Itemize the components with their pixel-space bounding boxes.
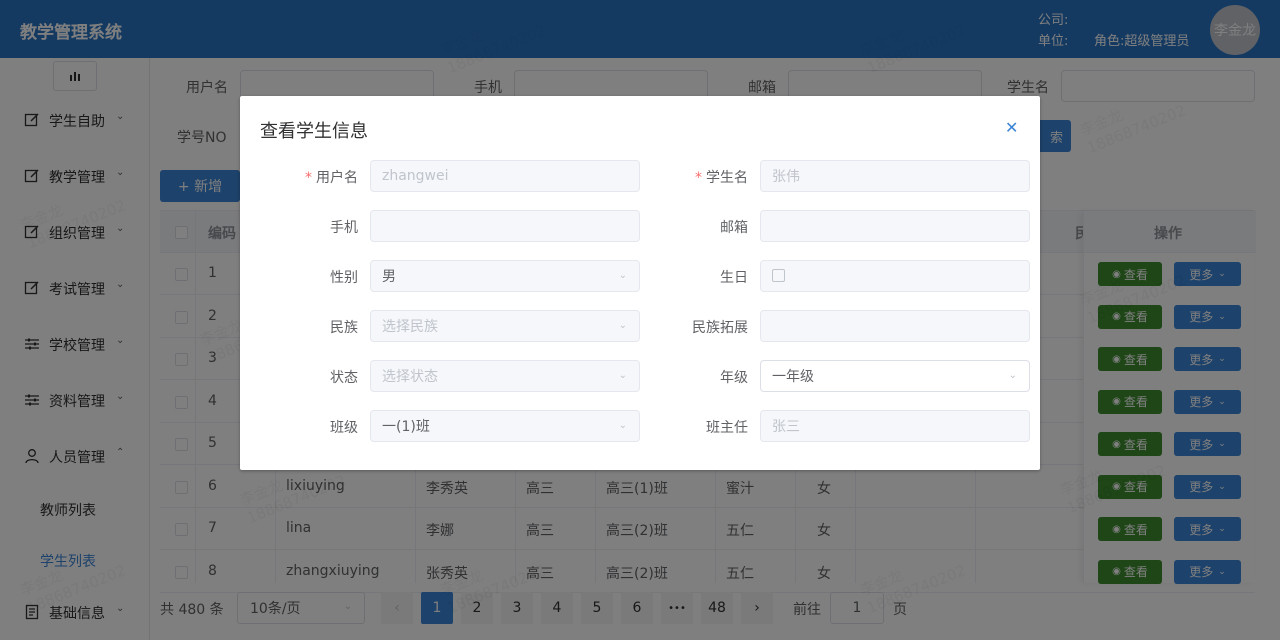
ethnicity-field-label: 民族 (330, 320, 358, 336)
head-teacher-field[interactable]: 张三 (760, 410, 1030, 442)
chevron-down-icon: ⌄ (1008, 370, 1017, 381)
gender-field-label: 性别 (330, 270, 358, 286)
email-field[interactable] (760, 210, 1030, 242)
dialog-title: 查看学生信息 (260, 121, 368, 142)
student-name-field-label: * 学生名 (695, 170, 748, 186)
birthday-picker[interactable] (760, 260, 1030, 292)
ethnicity-placeholder: 选择民族 (382, 319, 438, 335)
phone-field[interactable] (370, 210, 640, 242)
gender-value: 男 (382, 269, 396, 285)
view-student-dialog: 查看学生信息 ✕ * 用户名 zhangwei * 学生名 张伟 手机 邮箱 性别 … (240, 96, 1040, 470)
chevron-down-icon: ⌄ (618, 420, 627, 431)
ethnicity-select[interactable]: 选择民族 ⌄ (370, 310, 640, 342)
birthday-field-label: 生日 (720, 270, 748, 286)
status-field-label: 状态 (330, 370, 358, 386)
class-field-label: 班级 (330, 420, 358, 436)
grade-value: 一年级 (772, 369, 814, 385)
grade-field-label: 年级 (720, 370, 748, 386)
close-icon[interactable]: ✕ (1005, 118, 1018, 137)
chevron-down-icon: ⌄ (618, 320, 627, 331)
ethnicity-ext-field-label: 民族拓展 (692, 320, 748, 336)
chevron-down-icon: ⌄ (618, 370, 627, 381)
calendar-icon (772, 269, 785, 282)
grade-select[interactable]: 一年级 ⌄ (760, 360, 1030, 392)
class-value: 一(1)班 (382, 419, 430, 435)
class-select[interactable]: 一(1)班 ⌄ (370, 410, 640, 442)
status-select[interactable]: 选择状态 ⌄ (370, 360, 640, 392)
username-field[interactable]: zhangwei (370, 160, 640, 192)
email-field-label: 邮箱 (720, 220, 748, 236)
head-teacher-field-label: 班主任 (706, 420, 748, 436)
phone-field-label: 手机 (330, 220, 358, 236)
status-placeholder: 选择状态 (382, 369, 438, 385)
student-name-field[interactable]: 张伟 (760, 160, 1030, 192)
username-field-label: * 用户名 (305, 170, 358, 186)
ethnicity-ext-field[interactable] (760, 310, 1030, 342)
chevron-down-icon: ⌄ (618, 270, 627, 281)
gender-select[interactable]: 男 ⌄ (370, 260, 640, 292)
